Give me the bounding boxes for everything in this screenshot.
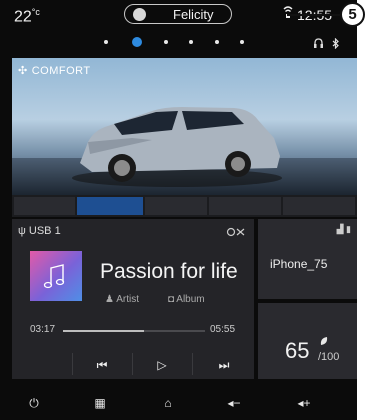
signal-battery-icon: ▟ ▮ bbox=[336, 224, 351, 234]
total-time: 05:55 bbox=[210, 324, 236, 335]
fan-icon: ✣ bbox=[18, 65, 28, 77]
widget-tab[interactable] bbox=[209, 197, 281, 215]
previous-track-button[interactable]: ⏮ bbox=[72, 351, 132, 379]
page-dot[interactable] bbox=[240, 40, 244, 44]
outside-temperature: 22°c bbox=[14, 7, 40, 26]
person-icon: ♟ bbox=[105, 294, 117, 305]
next-track-button[interactable]: ⏭ bbox=[194, 351, 254, 379]
phone-device-name: iPhone_75 bbox=[270, 257, 328, 271]
callout-badge: 5 bbox=[340, 2, 365, 27]
apps-grid-icon: ▦ bbox=[94, 396, 106, 410]
play-button[interactable]: ▷ bbox=[132, 351, 192, 379]
volume-up-icon: ◂+ bbox=[297, 396, 311, 410]
eco-score-widget[interactable]: 65 /100 bbox=[258, 303, 357, 379]
page-dot[interactable] bbox=[215, 40, 219, 44]
eco-score-max: /100 bbox=[318, 351, 340, 363]
page-dot[interactable] bbox=[104, 40, 108, 44]
power-icon: ⏻ bbox=[29, 396, 39, 410]
temperature-unit: °c bbox=[31, 7, 40, 17]
page-indicator[interactable] bbox=[104, 37, 244, 47]
divider bbox=[192, 353, 193, 375]
headphone-icon bbox=[314, 38, 323, 48]
widget-tab[interactable] bbox=[14, 197, 75, 215]
album-label: ◘ Album bbox=[168, 294, 205, 305]
music-note-icon bbox=[43, 264, 65, 289]
media-widget[interactable]: ψ USB 1 Passion for life ♟ Artist ◘ Albu… bbox=[12, 219, 254, 379]
page-dot[interactable] bbox=[189, 40, 193, 44]
avatar bbox=[133, 8, 146, 21]
power-button[interactable]: ⏻ bbox=[14, 392, 54, 414]
progress-bar[interactable] bbox=[63, 330, 205, 332]
temperature-value: 22 bbox=[14, 8, 32, 26]
home-button[interactable]: ⌂ bbox=[148, 392, 188, 414]
bottom-bar: ⏻ ▦ ⌂ ◂− ◂+ bbox=[0, 384, 357, 420]
volume-down-icon: ◂− bbox=[227, 396, 241, 410]
repeat-shuffle-icon[interactable] bbox=[226, 227, 246, 237]
wifi-icon bbox=[283, 6, 293, 18]
page-dot-active[interactable] bbox=[132, 37, 142, 47]
album-text: Album bbox=[176, 294, 205, 305]
progress-fill bbox=[63, 330, 144, 332]
widget-tab[interactable] bbox=[145, 197, 207, 215]
home-icon: ⌂ bbox=[164, 396, 172, 410]
profile-name: Felicity bbox=[173, 7, 214, 22]
artist-text: Artist bbox=[116, 294, 139, 305]
page-dot[interactable] bbox=[164, 40, 168, 44]
artist-label: ♟ Artist bbox=[105, 294, 139, 305]
callout-leader-line bbox=[287, 14, 340, 16]
next-icon: ⏭ bbox=[218, 358, 230, 372]
phone-widget[interactable]: ▟ ▮ iPhone_75 bbox=[258, 219, 357, 299]
volume-up-button[interactable]: ◂+ bbox=[284, 392, 324, 414]
album-art bbox=[30, 251, 82, 301]
comfort-label: ✣ COMFORT bbox=[18, 64, 91, 77]
comfort-text: COMFORT bbox=[31, 65, 91, 77]
media-source[interactable]: ψ USB 1 bbox=[18, 225, 61, 237]
play-icon: ▷ bbox=[157, 358, 167, 372]
leaf-icon bbox=[320, 337, 328, 345]
eco-score-value: 65 bbox=[285, 338, 310, 363]
volume-down-button[interactable]: ◂− bbox=[214, 392, 254, 414]
car-image bbox=[72, 107, 282, 187]
media-source-label: USB 1 bbox=[28, 225, 61, 237]
comfort-widget[interactable]: ✣ COMFORT bbox=[12, 58, 357, 195]
infotainment-screen: 22°c Felicity 12:55 ✣ COMFORT ψ USB 1 Pa… bbox=[0, 0, 357, 420]
widget-tab[interactable] bbox=[283, 197, 355, 215]
widget-tab-active[interactable] bbox=[77, 197, 143, 215]
usb-icon: ψ bbox=[18, 225, 29, 237]
previous-icon: ⏮ bbox=[96, 358, 108, 372]
bluetooth-icon bbox=[332, 38, 339, 49]
apps-button[interactable]: ▦ bbox=[80, 392, 120, 414]
widget-tabs bbox=[12, 195, 357, 217]
track-title: Passion for life bbox=[100, 260, 238, 283]
elapsed-time: 03:17 bbox=[30, 324, 56, 335]
profile-selector[interactable]: Felicity bbox=[124, 4, 232, 24]
